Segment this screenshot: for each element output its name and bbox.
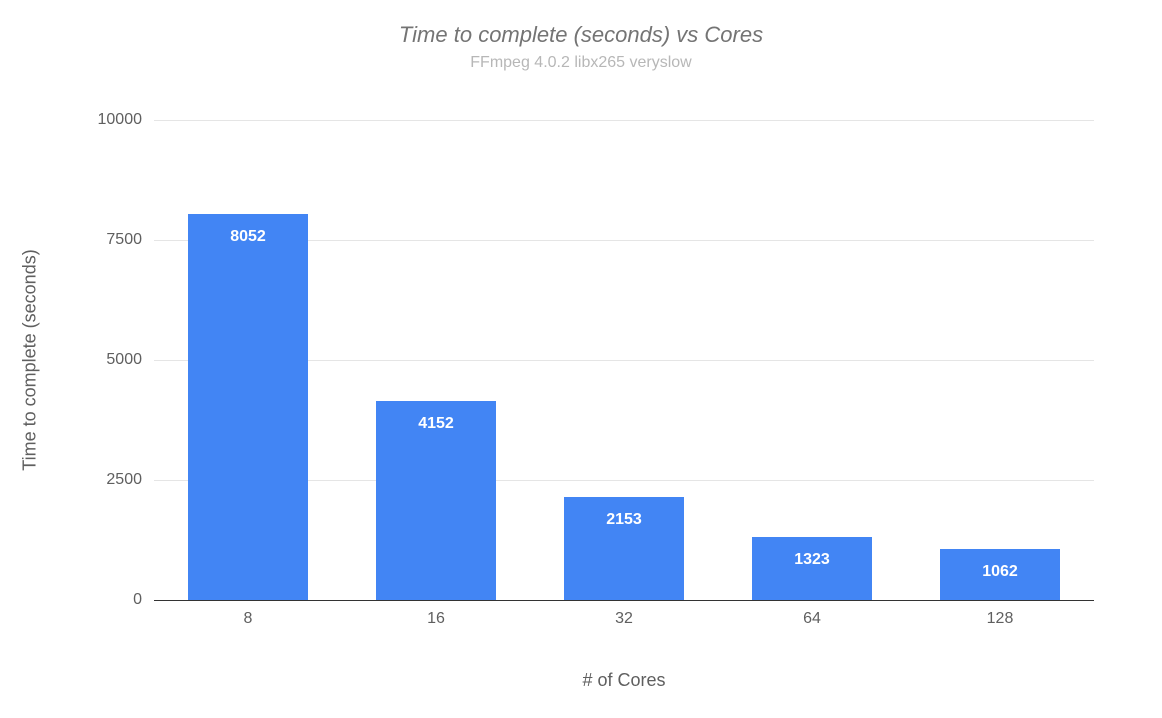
bar: 8052 (188, 214, 308, 600)
y-tick-label: 2500 (106, 471, 142, 489)
x-axis-title: # of Cores (582, 670, 665, 691)
y-tick-label: 10000 (98, 111, 143, 129)
bar-value-label: 1062 (940, 563, 1060, 581)
baseline (154, 600, 1094, 601)
bar: 1062 (940, 549, 1060, 600)
x-tick-label: 128 (987, 610, 1014, 628)
plot-area: 0250050007500100008052841521621533213236… (154, 120, 1094, 600)
bar: 4152 (376, 401, 496, 600)
bar: 2153 (564, 497, 684, 600)
chart-title: Time to complete (seconds) vs Cores (0, 22, 1162, 48)
x-tick-label: 16 (427, 610, 445, 628)
y-tick-label: 5000 (106, 351, 142, 369)
x-tick-label: 64 (803, 610, 821, 628)
y-tick-label: 0 (133, 591, 142, 609)
bar-value-label: 4152 (376, 415, 496, 433)
bar-value-label: 2153 (564, 511, 684, 529)
x-tick-label: 32 (615, 610, 633, 628)
y-tick-label: 7500 (106, 231, 142, 249)
chart-subtitle: FFmpeg 4.0.2 libx265 veryslow (0, 54, 1162, 72)
bar: 1323 (752, 537, 872, 601)
gridline (154, 120, 1094, 121)
bar-value-label: 8052 (188, 228, 308, 246)
bar-value-label: 1323 (752, 551, 872, 569)
x-tick-label: 8 (244, 610, 253, 628)
chart-container: Time to complete (seconds) vs Cores FFmp… (0, 0, 1162, 718)
y-axis-title: Time to complete (seconds) (20, 249, 41, 470)
